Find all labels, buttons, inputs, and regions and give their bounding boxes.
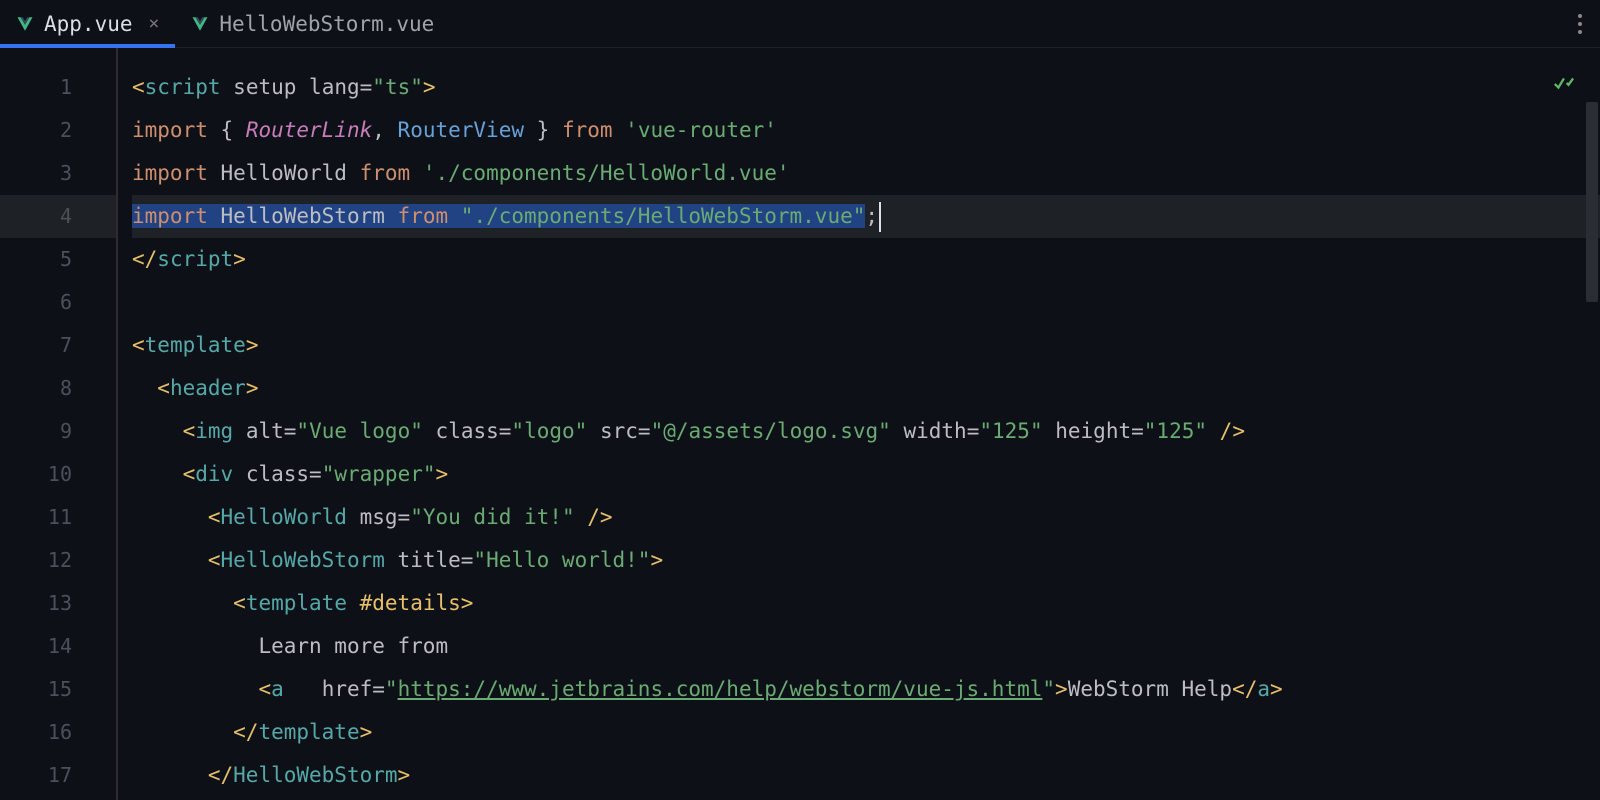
- code-area[interactable]: <script setup lang="ts"> import { Router…: [118, 48, 1600, 800]
- line-number: 6: [0, 281, 116, 324]
- line-number: 4: [0, 195, 116, 238]
- code-line: </template>: [132, 711, 1600, 754]
- line-number: 3: [0, 152, 116, 195]
- line-number: 15: [0, 668, 116, 711]
- code-line: import HelloWorld from './components/Hel…: [132, 152, 1600, 195]
- code-line: <a href="https://www.jetbrains.com/help/…: [132, 668, 1600, 711]
- line-number: 7: [0, 324, 116, 367]
- code-line: [132, 281, 1600, 324]
- line-number: 11: [0, 496, 116, 539]
- tab-app-vue[interactable]: App.vue ×: [0, 0, 175, 47]
- line-number: 10: [0, 453, 116, 496]
- code-editor[interactable]: 1 2 3 4 5 6 7 8 9 10 11 12 13 14 15 16 1…: [0, 48, 1600, 800]
- line-number: 17: [0, 754, 116, 797]
- line-number: 14: [0, 625, 116, 668]
- code-line: <template #details>: [132, 582, 1600, 625]
- code-line: </script>: [132, 238, 1600, 281]
- code-line: <div class="wrapper">: [132, 453, 1600, 496]
- kebab-menu-icon[interactable]: [1578, 0, 1582, 47]
- scrollbar-thumb[interactable]: [1586, 102, 1598, 302]
- tab-bar: App.vue × HelloWebStorm.vue: [0, 0, 1600, 48]
- code-line: <header>: [132, 367, 1600, 410]
- line-number: 13: [0, 582, 116, 625]
- tab-label: App.vue: [44, 12, 133, 36]
- code-line: <HelloWorld msg="You did it!" />: [132, 496, 1600, 539]
- line-number: 8: [0, 367, 116, 410]
- gutter: 1 2 3 4 5 6 7 8 9 10 11 12 13 14 15 16 1…: [0, 48, 118, 800]
- check-icon[interactable]: [1552, 72, 1574, 99]
- tab-hellowebstorm-vue[interactable]: HelloWebStorm.vue: [175, 0, 450, 47]
- code-line: Learn more from: [132, 625, 1600, 668]
- line-number: 9: [0, 410, 116, 453]
- vue-icon: [191, 15, 209, 33]
- close-icon[interactable]: ×: [149, 13, 160, 34]
- line-number: 12: [0, 539, 116, 582]
- code-line: <img alt="Vue logo" class="logo" src="@/…: [132, 410, 1600, 453]
- code-line: import { RouterLink, RouterView } from '…: [132, 109, 1600, 152]
- code-line-highlighted: import HelloWebStorm from "./components/…: [132, 195, 1600, 238]
- code-line: </HelloWebStorm>: [132, 754, 1600, 797]
- vue-icon: [16, 15, 34, 33]
- code-line: <template>: [132, 324, 1600, 367]
- tab-label: HelloWebStorm.vue: [219, 12, 434, 36]
- code-line: <script setup lang="ts">: [132, 66, 1600, 109]
- line-number: 1: [0, 66, 116, 109]
- line-number: 5: [0, 238, 116, 281]
- line-number: 16: [0, 711, 116, 754]
- line-number: 2: [0, 109, 116, 152]
- code-line: <HelloWebStorm title="Hello world!">: [132, 539, 1600, 582]
- text-caret: [879, 202, 881, 232]
